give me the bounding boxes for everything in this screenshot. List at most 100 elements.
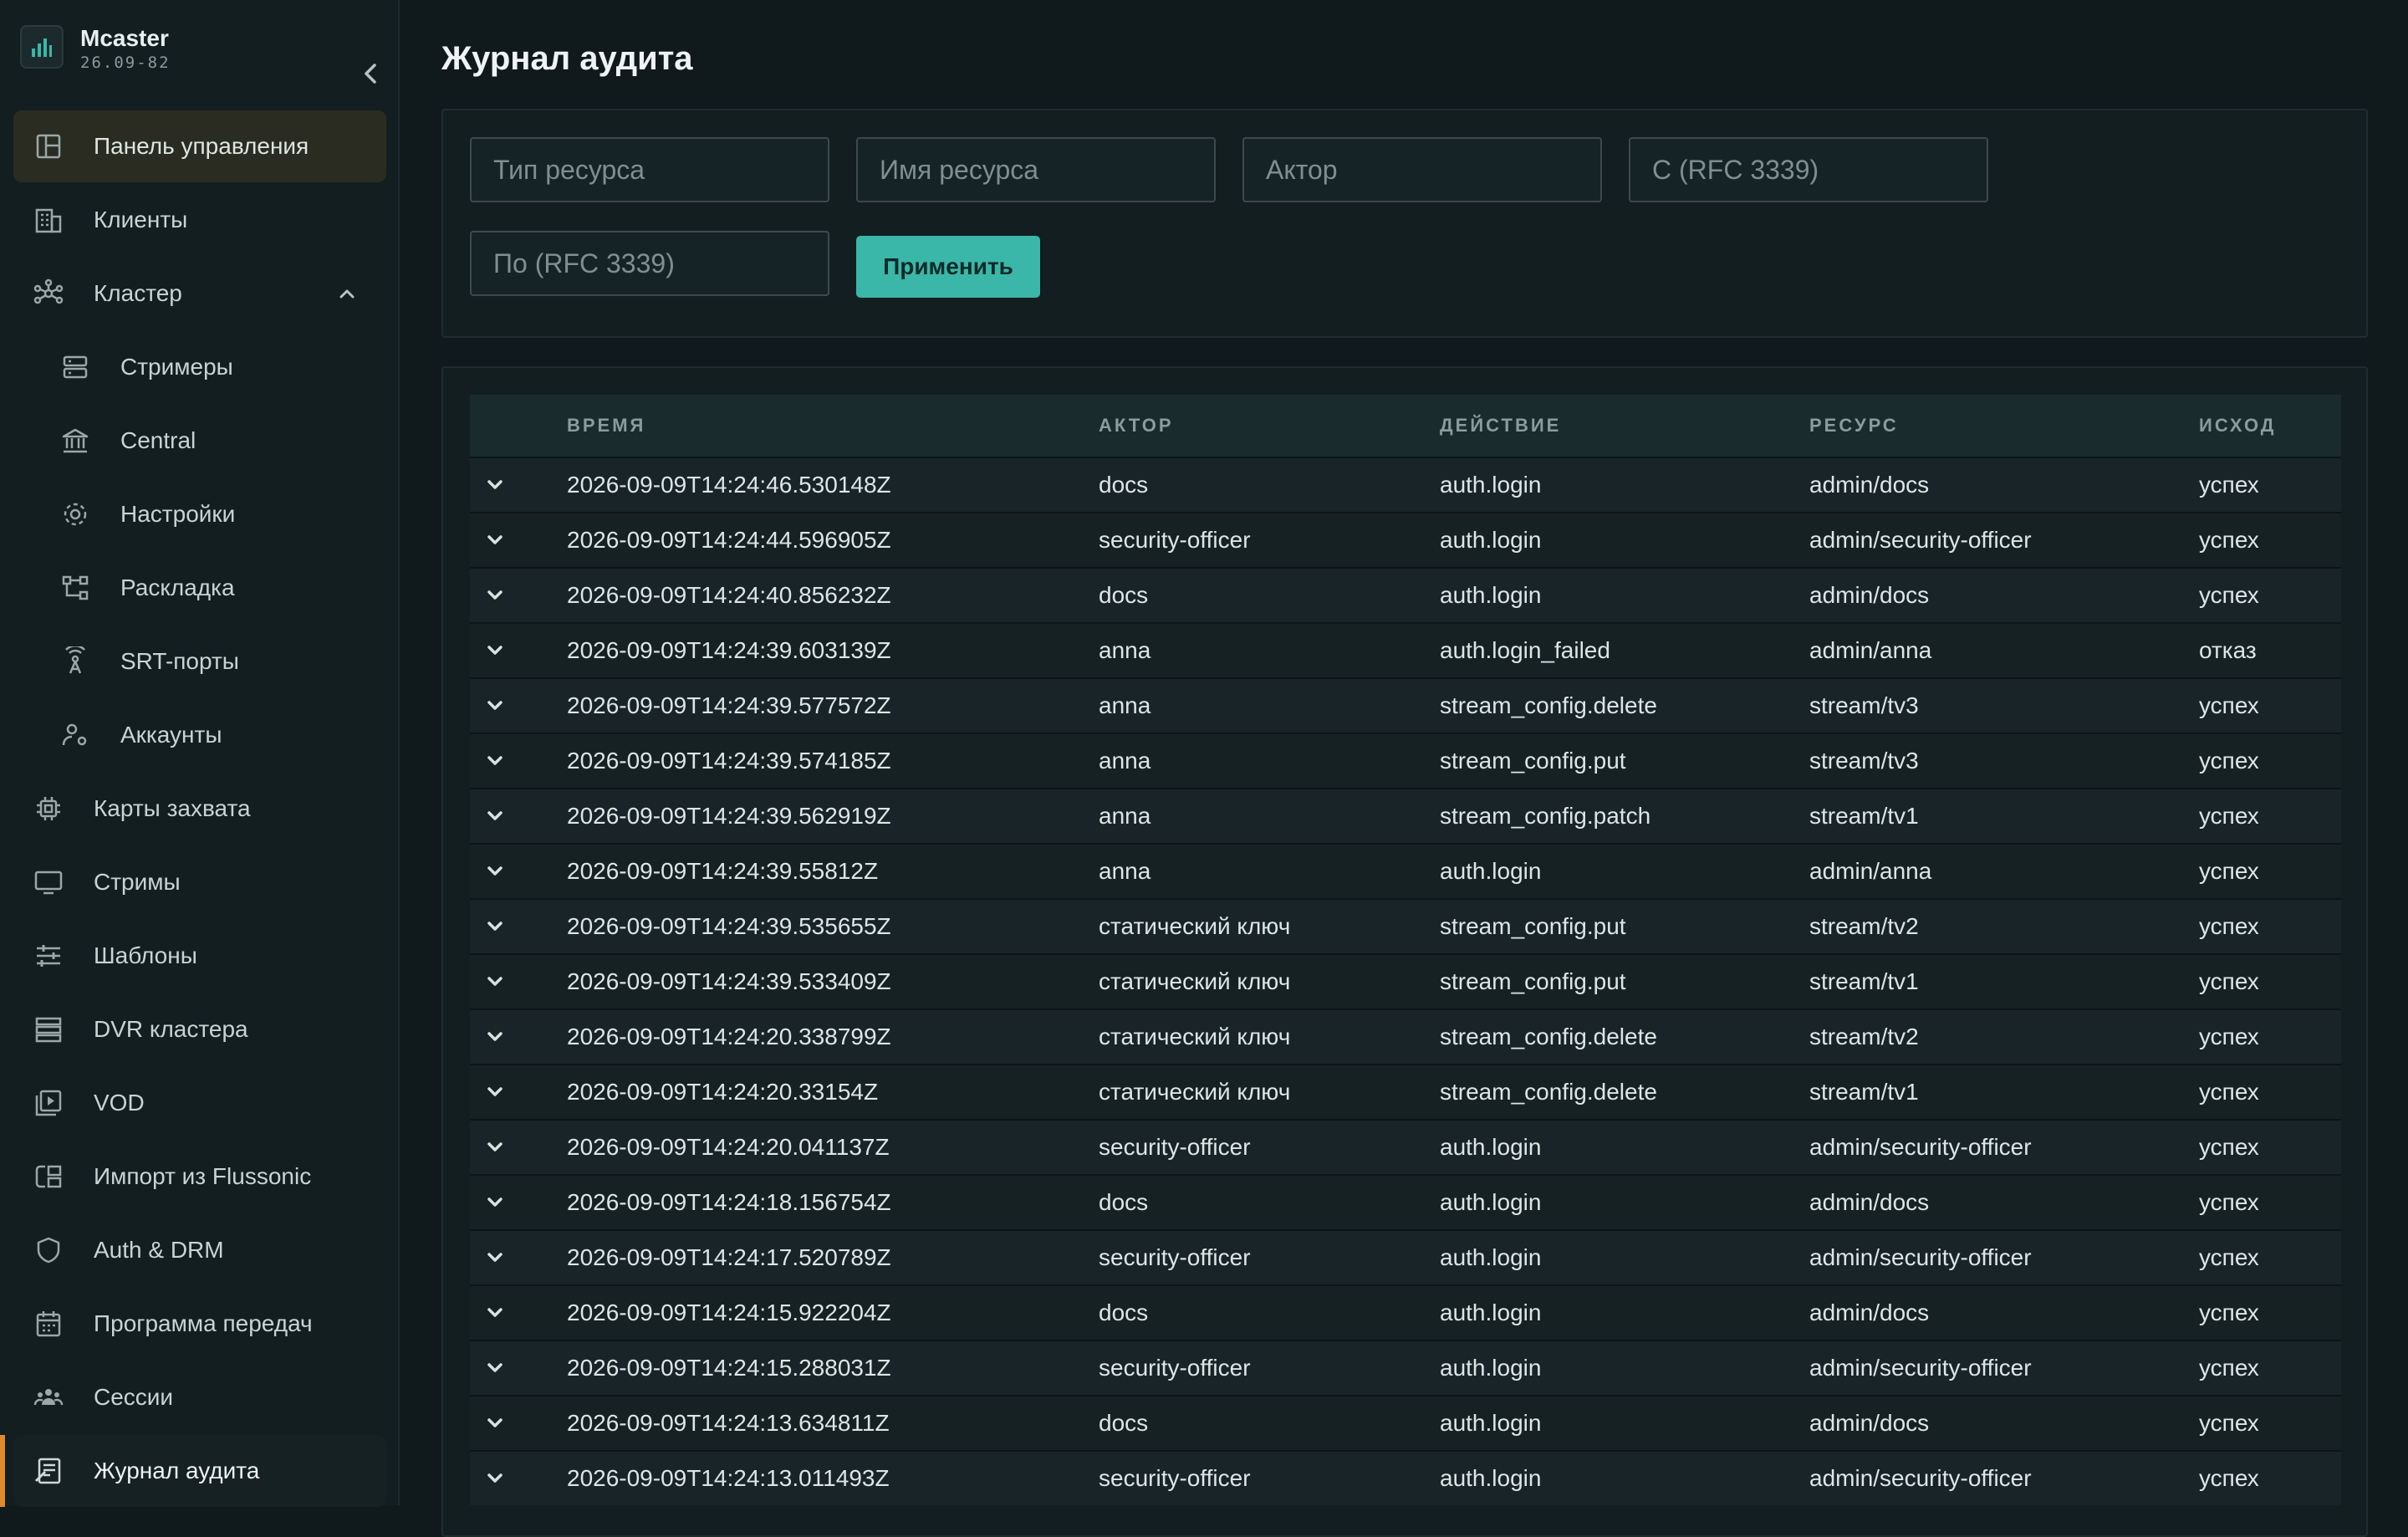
actor-input[interactable] [1242,137,1602,202]
header-actor[interactable]: АКТОР [1099,395,1440,457]
chevron-down-icon[interactable] [482,692,508,719]
table-row[interactable]: 2026-09-09T14:24:13.634811Z docs auth.logi… [470,1396,2341,1451]
row-expand-cell[interactable] [470,1285,567,1340]
table-row[interactable]: 2026-09-09T14:24:15.288031Z security-offi… [470,1340,2341,1396]
row-expand-cell[interactable] [470,1120,567,1175]
sidebar-item-sessions[interactable]: Сессии [13,1361,386,1433]
sidebar-item-streamers[interactable]: Стримеры [13,331,386,403]
table-row[interactable]: 2026-09-09T14:24:15.922204Z docs auth.logi… [470,1285,2341,1340]
chevron-down-icon[interactable] [482,1410,508,1437]
chevron-down-icon[interactable] [482,472,508,498]
row-expand-cell[interactable] [470,678,567,733]
sidebar-item-cluster[interactable]: Кластер [13,258,386,329]
sidebar-item-dashboard[interactable]: Панель управления [13,110,386,182]
row-expand-cell[interactable] [470,1175,567,1230]
table-row[interactable]: 2026-09-09T14:24:39.603139Z anna auth.logi… [470,623,2341,678]
chevron-down-icon[interactable] [482,1134,508,1161]
sidebar-item-clients[interactable]: Клиенты [13,184,386,256]
sidebar-item-cluster-dvr[interactable]: DVR кластера [13,993,386,1065]
table-row[interactable]: 2026-09-09T14:24:20.041137Z security-offi… [470,1120,2341,1175]
cell-outcome: успех [2199,913,2259,939]
table-row[interactable]: 2026-09-09T14:24:39.533409Z статический к… [470,954,2341,1009]
chevron-down-icon[interactable] [482,1465,508,1492]
dashboard-icon [36,134,61,159]
header-action[interactable]: ДЕЙСТВИЕ [1440,395,1809,457]
sidebar-item-audit-log[interactable]: Журнал аудита [0,1435,386,1507]
chevron-down-icon[interactable] [482,1355,508,1381]
header-resource[interactable]: РЕСУРС [1809,395,2199,457]
table-row[interactable]: 2026-09-09T14:24:46.530148Z docs auth.logi… [470,457,2341,513]
table-row[interactable]: 2026-09-09T14:24:39.577572Z anna stream_co… [470,678,2341,733]
row-expand-cell[interactable] [470,1451,567,1505]
resource-name-input[interactable] [856,137,1216,202]
sidebar-item-central[interactable]: Central [13,405,386,477]
chevron-down-icon[interactable] [482,637,508,664]
row-expand-cell[interactable] [470,954,567,1009]
chevron-down-icon[interactable] [482,582,508,609]
cell-actor: anna [1099,858,1151,884]
sidebar-item-program-guide[interactable]: Программа передач [13,1288,386,1360]
chevron-down-icon[interactable] [482,968,508,995]
cell-time: 2026-09-09T14:24:20.338799Z [567,1024,891,1049]
cell-outcome: успех [2199,582,2259,608]
chevron-down-icon[interactable] [482,748,508,774]
row-expand-cell[interactable] [470,1009,567,1065]
row-expand-cell[interactable] [470,513,567,568]
chevron-down-icon[interactable] [482,1079,508,1106]
row-expand-cell[interactable] [470,457,567,513]
chevron-down-icon[interactable] [482,913,508,940]
sidebar-item-label: Панель управления [94,133,309,159]
row-expand-cell[interactable] [470,1230,567,1285]
from-date-input[interactable] [1629,137,1988,202]
row-expand-cell[interactable] [470,568,567,623]
chevron-down-icon[interactable] [482,858,508,885]
row-expand-cell[interactable] [470,899,567,954]
header-outcome[interactable]: ИСХОД [2199,395,2341,457]
row-expand-cell[interactable] [470,789,567,844]
chevron-down-icon[interactable] [482,1189,508,1216]
sidebar-item-streams[interactable]: Стримы [13,846,386,918]
sidebar-item-settings[interactable]: Настройки [13,478,386,550]
table-row[interactable]: 2026-09-09T14:24:20.33154Z статический кл… [470,1065,2341,1120]
header-time[interactable]: ВРЕМЯ [567,395,1099,457]
row-expand-cell[interactable] [470,623,567,678]
table-row[interactable]: 2026-09-09T14:24:13.011493Z security-offi… [470,1451,2341,1505]
chevron-down-icon[interactable] [482,803,508,830]
table-row[interactable]: 2026-09-09T14:24:39.574185Z anna stream_co… [470,733,2341,789]
table-row[interactable]: 2026-09-09T14:24:39.535655Z статический к… [470,899,2341,954]
row-expand-cell[interactable] [470,733,567,789]
cell-resource: admin/docs [1809,1300,1930,1325]
cell-outcome: отказ [2199,637,2257,663]
cell-actor: security-officer [1099,1134,1251,1160]
apply-button[interactable]: Применить [856,236,1040,298]
table-row[interactable]: 2026-09-09T14:24:18.156754Z docs auth.logi… [470,1175,2341,1230]
row-expand-cell[interactable] [470,1396,567,1451]
chevron-down-icon[interactable] [482,1244,508,1271]
sidebar-item-accounts[interactable]: Аккаунты [13,699,386,771]
cell-resource: admin/security-officer [1809,1244,2032,1270]
chevron-down-icon[interactable] [482,527,508,554]
sidebar-item-flussonic-import[interactable]: Импорт из Flussonic [13,1141,386,1213]
row-expand-cell[interactable] [470,1340,567,1396]
table-row[interactable]: 2026-09-09T14:24:17.520789Z security-offi… [470,1230,2341,1285]
to-date-input[interactable] [470,231,829,296]
sidebar-item-vod[interactable]: VOD [13,1067,386,1139]
chevron-down-icon[interactable] [482,1024,508,1050]
sidebar-item-layout[interactable]: Раскладка [13,552,386,624]
sidebar-item-templates[interactable]: Шаблоны [13,920,386,992]
table-row[interactable]: 2026-09-09T14:24:20.338799Z статический к… [470,1009,2341,1065]
table-row[interactable]: 2026-09-09T14:24:40.856232Z docs auth.logi… [470,568,2341,623]
chevron-down-icon[interactable] [482,1300,508,1326]
table-row[interactable]: 2026-09-09T14:24:44.596905Z security-offi… [470,513,2341,568]
sidebar-item-srt-ports[interactable]: SRT-порты [13,626,386,697]
row-expand-cell[interactable] [470,844,567,899]
collapse-sidebar-icon[interactable] [355,57,388,90]
chevron-up-icon[interactable] [334,281,360,306]
table-row[interactable]: 2026-09-09T14:24:39.55812Z anna auth.login… [470,844,2341,899]
table-row[interactable]: 2026-09-09T14:24:39.562919Z anna stream_co… [470,789,2341,844]
sidebar-item-capture-cards[interactable]: Карты захвата [13,773,386,845]
cell-action: auth.login [1440,1244,1542,1270]
row-expand-cell[interactable] [470,1065,567,1120]
sidebar-item-auth-drm[interactable]: Auth & DRM [13,1214,386,1286]
resource-type-input[interactable] [470,137,829,202]
